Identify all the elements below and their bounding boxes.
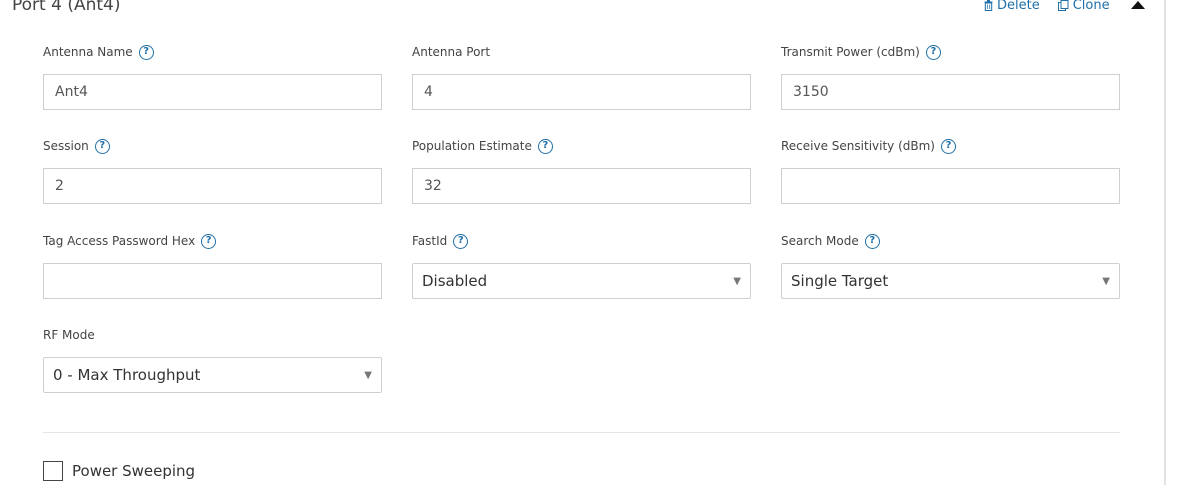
fastid-label: FastId [412, 234, 448, 248]
delete-button[interactable]: Delete [984, 0, 1040, 13]
help-icon[interactable]: ? [925, 44, 941, 60]
antenna-port-label: Antenna Port [412, 45, 491, 59]
antenna-name-input[interactable]: Ant4 [43, 74, 382, 110]
help-icon[interactable]: ? [94, 138, 110, 154]
fastid-select[interactable]: Disabled ▼ [412, 263, 751, 299]
help-icon[interactable]: ? [453, 233, 469, 249]
tag-access-password-input[interactable] [43, 263, 382, 299]
session-field: Session ? 2 [43, 137, 382, 204]
population-estimate-input[interactable]: 32 [412, 168, 751, 204]
dropdown-arrow-icon: ▼ [733, 275, 741, 287]
antenna-port-field: Antenna Port 4 [412, 43, 751, 110]
rf-mode-label: RF Mode [43, 328, 95, 342]
power-sweeping-label: Power Sweeping [72, 462, 196, 480]
collapse-caret-icon[interactable] [1131, 1, 1145, 9]
header-actions: Delete Clone [984, 0, 1110, 13]
antenna-port-input[interactable]: 4 [412, 74, 751, 110]
help-icon[interactable]: ? [940, 138, 956, 154]
antenna-name-field: Antenna Name ? Ant4 [43, 43, 382, 110]
help-icon[interactable]: ? [864, 233, 880, 249]
help-icon[interactable]: ? [201, 233, 217, 249]
help-icon[interactable]: ? [537, 138, 553, 154]
trash-icon [984, 0, 993, 11]
power-sweeping-checkbox[interactable] [43, 461, 63, 481]
session-input[interactable]: 2 [43, 168, 382, 204]
search-mode-field: Search Mode ? Single Target ▼ [781, 232, 1120, 299]
receive-sensitivity-label: Receive Sensitivity (dBm) [781, 139, 935, 153]
search-mode-select[interactable]: Single Target ▼ [781, 263, 1120, 299]
panel-title: Port 4 (Ant4) [12, 0, 121, 15]
transmit-power-label: Transmit Power (cdBm) [781, 45, 920, 59]
section-divider [43, 432, 1120, 433]
power-sweeping-toggle[interactable]: Power Sweeping [43, 461, 195, 481]
help-icon[interactable]: ? [138, 44, 154, 60]
clone-button[interactable]: Clone [1057, 0, 1110, 13]
fastid-field: FastId ? Disabled ▼ [412, 232, 751, 299]
search-mode-selected-value: Single Target [791, 272, 889, 290]
antenna-name-label: Antenna Name [43, 45, 133, 59]
population-estimate-field: Population Estimate ? 32 [412, 137, 751, 204]
dropdown-arrow-icon: ▼ [1102, 275, 1110, 287]
receive-sensitivity-field: Receive Sensitivity (dBm) ? [781, 137, 1120, 204]
transmit-power-input[interactable]: 3150 [781, 74, 1120, 110]
tag-access-password-label: Tag Access Password Hex [43, 234, 196, 248]
receive-sensitivity-input[interactable] [781, 168, 1120, 204]
population-estimate-label: Population Estimate [412, 139, 532, 153]
clone-icon [1057, 0, 1069, 11]
rf-mode-select[interactable]: 0 - Max Throughput ▼ [43, 357, 382, 393]
rf-mode-field: RF Mode 0 - Max Throughput ▼ [43, 326, 382, 393]
session-label: Session [43, 139, 89, 153]
clone-label: Clone [1072, 0, 1110, 13]
transmit-power-field: Transmit Power (cdBm) ? 3150 [781, 43, 1120, 110]
dropdown-arrow-icon: ▼ [364, 369, 372, 381]
rf-mode-selected-value: 0 - Max Throughput [53, 366, 201, 384]
delete-label: Delete [997, 0, 1040, 13]
tag-access-password-field: Tag Access Password Hex ? [43, 232, 382, 299]
panel-right-border [1164, 0, 1166, 485]
fastid-selected-value: Disabled [422, 272, 488, 290]
search-mode-label: Search Mode [781, 234, 859, 248]
